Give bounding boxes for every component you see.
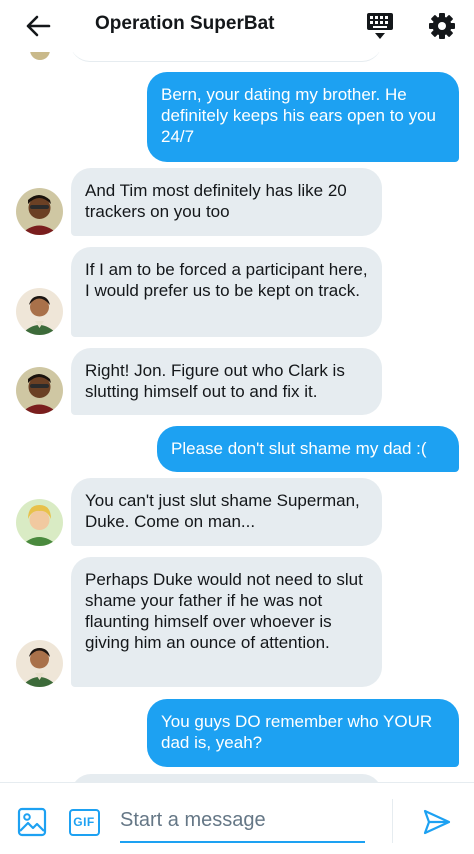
message-bubble-incoming[interactable]: Right! Jon. Figure out who Clark is slut…	[71, 348, 382, 415]
message-bubble-incoming[interactable]: And Tim most definitely has like 20 trac…	[71, 168, 382, 236]
keyboard-icon	[367, 13, 393, 39]
avatar[interactable]	[16, 188, 63, 235]
gear-icon	[429, 13, 455, 39]
previous-message-edge	[70, 52, 382, 62]
add-gif-button[interactable]: GIF	[67, 805, 101, 839]
message-composer: GIF	[0, 782, 474, 854]
send-icon	[423, 809, 451, 835]
arrow-left-icon	[26, 15, 51, 37]
settings-button[interactable]	[424, 8, 460, 44]
message-bubble-incoming[interactable]: If I am to be forced a participant here,…	[71, 247, 382, 337]
message-bubble-outgoing[interactable]: Bern, your dating my brother. He definit…	[147, 72, 459, 162]
message-bubble-incoming[interactable]: You can't just slut shame Superman, Duke…	[71, 478, 382, 546]
gif-label: GIF	[73, 815, 95, 829]
message-bubble-outgoing[interactable]: You guys DO remember who YOUR dad is, ye…	[147, 699, 459, 767]
add-image-button[interactable]	[15, 805, 49, 839]
message-input[interactable]	[120, 803, 365, 843]
conversation-header: Operation SuperBat	[0, 0, 474, 52]
message-list[interactable]: Bern, your dating my brother. He definit…	[0, 52, 474, 782]
next-message-edge	[71, 774, 382, 782]
image-icon	[17, 807, 47, 837]
avatar[interactable]	[16, 288, 63, 335]
avatar	[30, 52, 50, 60]
keyboard-button[interactable]	[362, 8, 398, 44]
message-bubble-outgoing[interactable]: Please don't slut shame my dad :(	[157, 426, 459, 472]
avatar[interactable]	[16, 367, 63, 414]
send-button[interactable]	[420, 805, 454, 839]
back-button[interactable]	[20, 8, 56, 44]
message-bubble-incoming[interactable]: Perhaps Duke would not need to slut sham…	[71, 557, 382, 687]
avatar[interactable]	[16, 499, 63, 546]
composer-divider	[392, 799, 393, 843]
avatar[interactable]	[16, 640, 63, 687]
conversation-title[interactable]: Operation SuperBat	[95, 12, 274, 36]
gif-icon: GIF	[68, 808, 100, 836]
